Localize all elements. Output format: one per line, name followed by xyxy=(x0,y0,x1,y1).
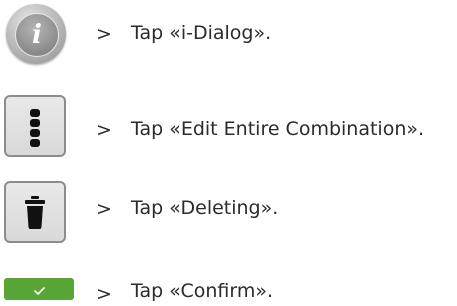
vertical-dots-icon xyxy=(30,109,40,147)
step-deleting: > Tap «Deleting». xyxy=(0,180,457,250)
info-icon-glyph: i xyxy=(32,20,42,50)
step-instruction: Tap «Edit Entire Combination». xyxy=(131,118,425,140)
step-instruction: Tap «Confirm». xyxy=(131,280,274,302)
confirm-button[interactable] xyxy=(4,278,74,300)
step-instruction: Tap «Deleting». xyxy=(131,197,279,219)
step-arrow: > xyxy=(96,119,112,141)
checkmark-icon xyxy=(34,287,45,295)
step-arrow: > xyxy=(96,23,112,45)
i-dialog-button[interactable]: i xyxy=(6,4,66,64)
step-instruction: Tap «i-Dialog». xyxy=(131,22,272,44)
step-arrow: > xyxy=(96,283,112,305)
info-icon: i xyxy=(15,13,59,57)
step-arrow: > xyxy=(96,198,112,220)
deleting-button[interactable] xyxy=(4,181,66,243)
edit-entire-combination-button[interactable] xyxy=(4,95,66,157)
step-i-dialog: i > Tap «i-Dialog». xyxy=(0,0,457,70)
trash-icon xyxy=(25,196,45,229)
step-edit-entire-combination: > Tap «Edit Entire Combination». xyxy=(0,88,457,158)
